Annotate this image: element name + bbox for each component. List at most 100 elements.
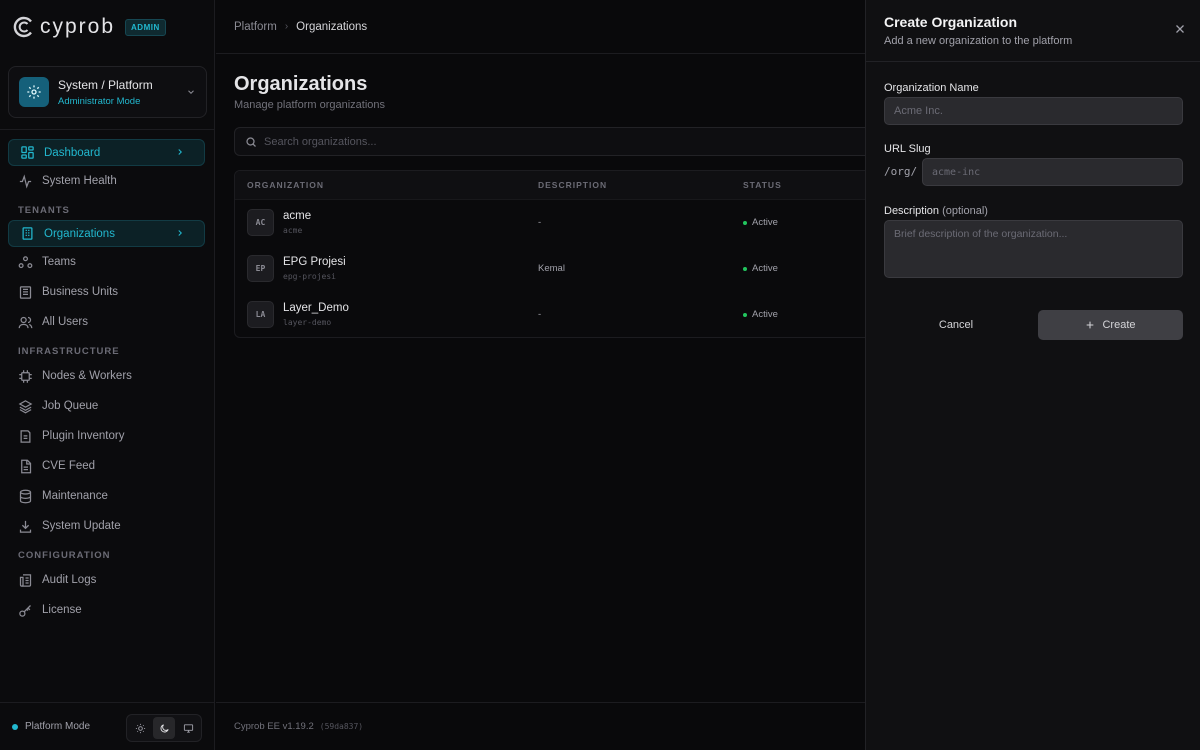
sidebar-footer: Platform Mode bbox=[0, 702, 215, 750]
sun-icon bbox=[135, 723, 145, 733]
table-row[interactable]: AC acme acme - Active bbox=[235, 200, 873, 246]
sidebar-item-dashboard[interactable]: Dashboard bbox=[8, 139, 205, 166]
org-slug: layer-demo bbox=[283, 318, 332, 327]
file-icon bbox=[21, 459, 32, 473]
sidebar-item-organizations[interactable]: Organizations bbox=[8, 220, 205, 247]
sidebar-item-label: Plugin Inventory bbox=[42, 430, 125, 442]
layers-icon bbox=[18, 399, 33, 413]
column-description[interactable]: DESCRIPTION bbox=[538, 180, 607, 190]
create-button[interactable]: Create bbox=[1038, 310, 1183, 340]
inventory-icon bbox=[20, 429, 31, 443]
cyprob-logo-icon bbox=[13, 16, 32, 38]
description-label: Description (optional) bbox=[884, 205, 988, 217]
main-footer: Cyprob EE v1.19.2 (59da837) bbox=[216, 702, 866, 750]
theme-light-button[interactable] bbox=[129, 717, 151, 739]
sidebar-item-license[interactable]: License bbox=[0, 595, 215, 625]
optional-tag: (optional) bbox=[942, 205, 988, 217]
sidebar-item-label: All Users bbox=[42, 316, 89, 328]
org-slug: acme bbox=[283, 226, 303, 235]
brand-name: cyprob bbox=[40, 15, 116, 38]
page-title: Organizations bbox=[234, 73, 368, 95]
business-icon bbox=[19, 285, 32, 299]
sidebar-item-business-units[interactable]: Business Units bbox=[0, 277, 215, 307]
create-button-label: Create bbox=[1102, 319, 1136, 331]
table-row[interactable]: EP EPG Projesi epg-projesi Kemal Active bbox=[235, 246, 873, 292]
cpu-icon bbox=[19, 369, 32, 383]
version-label: Cyprob EE v1.19.2 bbox=[234, 721, 314, 732]
activity-icon bbox=[19, 173, 32, 189]
org-name-input[interactable] bbox=[884, 97, 1183, 125]
sidebar-item-cve-feed[interactable]: CVE Feed bbox=[0, 451, 215, 481]
sidebar-item-audit-logs[interactable]: Audit Logs bbox=[0, 565, 215, 595]
theme-system-button[interactable] bbox=[177, 717, 199, 739]
sidebar-item-label: Job Queue bbox=[42, 400, 99, 412]
status-label: Active bbox=[752, 263, 778, 274]
organizations-table: ORGANIZATION DESCRIPTION STATUS AC acme … bbox=[234, 170, 874, 338]
status-badge: Active bbox=[743, 217, 778, 228]
sidebar-item-label: Nodes & Workers bbox=[42, 370, 132, 382]
users-icon bbox=[18, 255, 33, 268]
dialog-title: Create Organization bbox=[884, 14, 1018, 30]
key-icon bbox=[19, 604, 31, 617]
download-icon bbox=[19, 520, 32, 533]
monitor-icon bbox=[183, 723, 193, 733]
sidebar-item-label: License bbox=[42, 604, 82, 616]
chevron-down-icon bbox=[188, 90, 194, 94]
context-switcher[interactable]: System / Platform Administrator Mode bbox=[8, 66, 207, 118]
status-label: Active bbox=[752, 217, 778, 228]
create-organization-dialog: Create Organization Add a new organizati… bbox=[865, 0, 1200, 750]
status-dot bbox=[743, 312, 747, 317]
org-description: - bbox=[538, 217, 542, 228]
org-description: Kemal bbox=[538, 263, 565, 274]
description-label-text: Description bbox=[884, 205, 940, 217]
cancel-button[interactable]: Cancel bbox=[884, 310, 1028, 340]
sidebar-item-label: Business Units bbox=[42, 286, 119, 298]
sidebar-item-all-users[interactable]: All Users bbox=[0, 307, 215, 337]
chevron-right-icon bbox=[178, 149, 182, 155]
sidebar-item-teams[interactable]: Teams bbox=[0, 247, 215, 277]
sidebar-item-job-queue[interactable]: Job Queue bbox=[0, 391, 215, 421]
breadcrumb-platform[interactable]: Platform bbox=[234, 21, 277, 33]
org-slug: epg-projesi bbox=[283, 272, 336, 281]
admin-badge: ADMIN bbox=[125, 18, 166, 36]
sidebar-item-system-update[interactable]: System Update bbox=[0, 511, 215, 541]
building-icon bbox=[22, 227, 33, 240]
org-description: - bbox=[538, 309, 542, 320]
status-dot bbox=[743, 220, 747, 225]
section-tenants: TENANTS bbox=[18, 205, 70, 216]
mode-status-dot bbox=[12, 723, 18, 730]
theme-dark-button[interactable] bbox=[153, 717, 175, 739]
logo[interactable]: cyprob ADMIN bbox=[0, 0, 214, 54]
sidebar-item-label: Organizations bbox=[44, 227, 115, 240]
breadcrumb-current: Organizations bbox=[296, 20, 368, 33]
sidebar: cyprob ADMIN System / Platform Administr… bbox=[0, 0, 215, 750]
description-input[interactable] bbox=[884, 220, 1183, 278]
moon-icon bbox=[160, 723, 169, 732]
status-dot bbox=[743, 266, 747, 271]
sidebar-item-nodes-workers[interactable]: Nodes & Workers bbox=[0, 361, 215, 391]
url-slug-input[interactable] bbox=[922, 158, 1183, 186]
breadcrumb-separator-icon: › bbox=[284, 21, 289, 32]
grid-icon bbox=[21, 146, 34, 159]
table-row[interactable]: LA Layer_Demo layer-demo - Active bbox=[235, 292, 873, 337]
search-input[interactable] bbox=[264, 135, 824, 148]
page-subtitle: Manage platform organizations bbox=[234, 99, 386, 111]
platform-mode-label: Platform Mode bbox=[25, 721, 91, 732]
sidebar-item-maintenance[interactable]: Maintenance bbox=[0, 481, 215, 511]
org-name: acme bbox=[283, 210, 312, 222]
database-icon bbox=[19, 489, 32, 503]
section-configuration: CONFIGURATION bbox=[18, 550, 111, 561]
sidebar-item-plugin-inventory[interactable]: Plugin Inventory bbox=[0, 421, 215, 451]
status-badge: Active bbox=[743, 309, 778, 320]
close-icon[interactable] bbox=[1174, 23, 1186, 35]
dialog-header: Create Organization Add a new organizati… bbox=[866, 0, 1200, 62]
org-name-label: Organization Name bbox=[884, 82, 979, 94]
chevron-right-icon bbox=[178, 230, 182, 236]
dialog-subtitle: Add a new organization to the platform bbox=[884, 35, 1073, 47]
sidebar-item-label: System Health bbox=[42, 175, 117, 187]
org-avatar: LA bbox=[247, 301, 274, 328]
gear-icon bbox=[19, 77, 49, 107]
sidebar-item-system-health[interactable]: System Health bbox=[0, 166, 215, 196]
column-status[interactable]: STATUS bbox=[743, 180, 782, 190]
column-organization[interactable]: ORGANIZATION bbox=[247, 180, 324, 190]
